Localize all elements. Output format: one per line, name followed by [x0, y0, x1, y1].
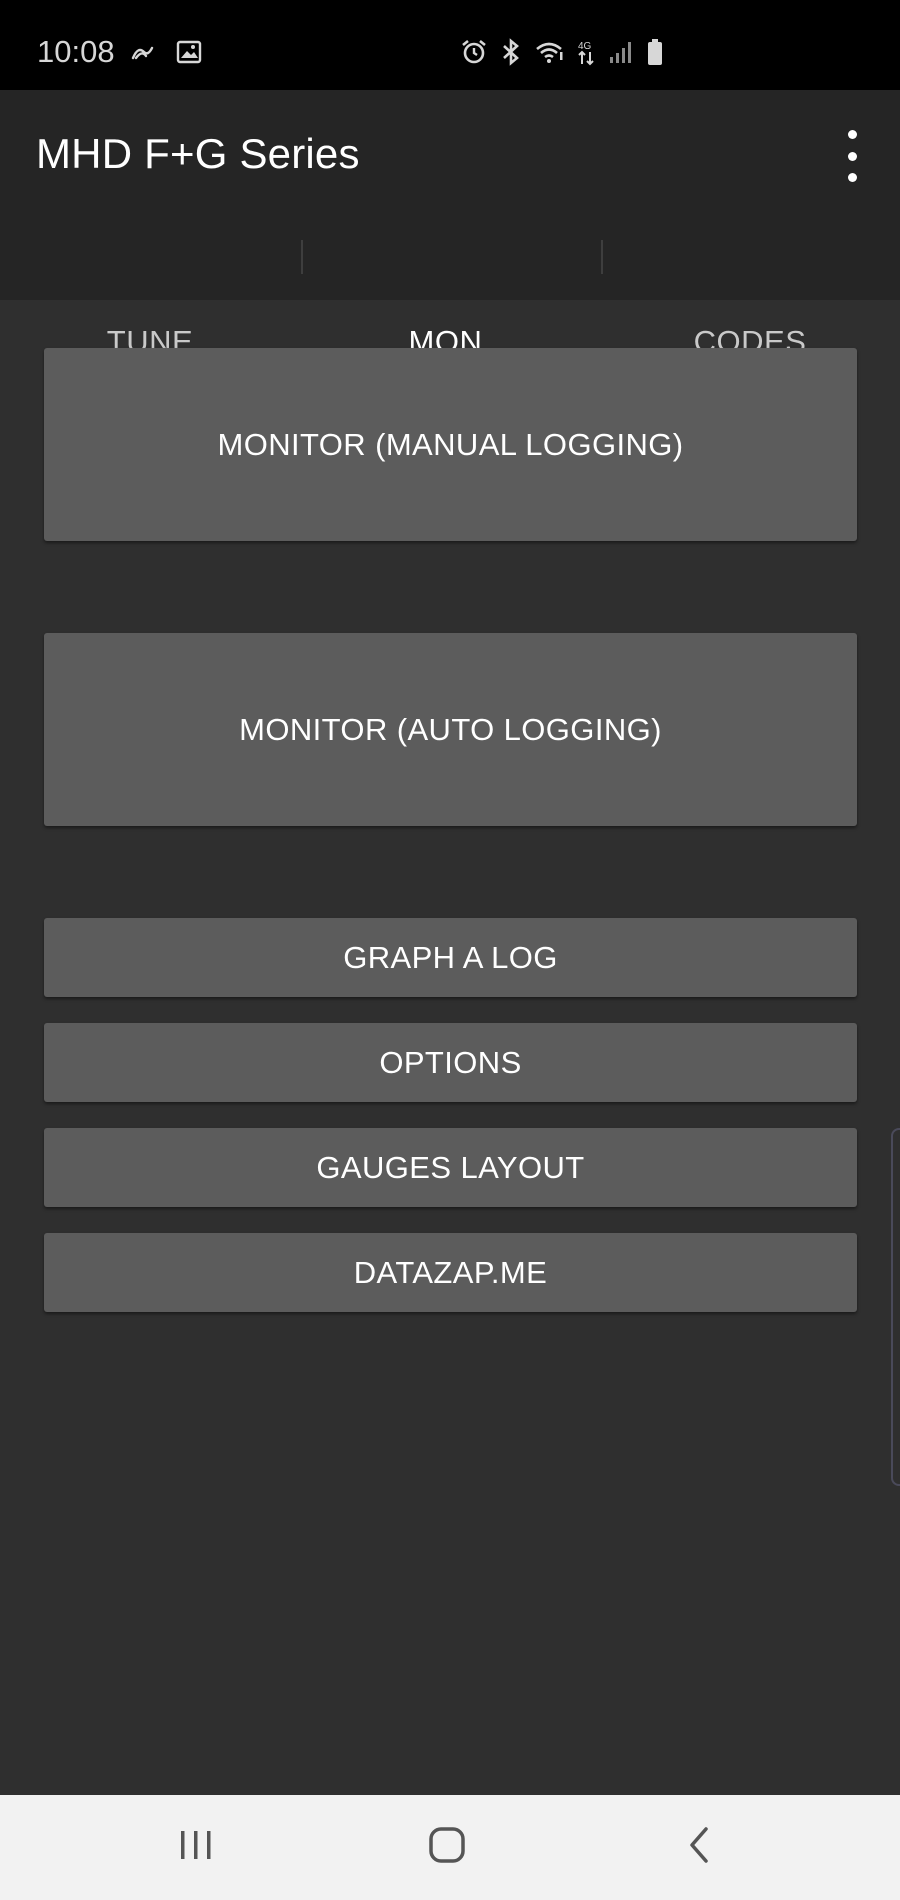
- datazap-button[interactable]: DATAZAP.ME: [44, 1233, 857, 1312]
- svg-text:4G: 4G: [578, 41, 592, 52]
- options-button[interactable]: OPTIONS: [44, 1023, 857, 1102]
- 4g-data-icon: 4G: [576, 38, 596, 66]
- tab-divider: [601, 240, 603, 274]
- home-icon[interactable]: [427, 1825, 467, 1870]
- monitor-manual-logging-button[interactable]: MONITOR (MANUAL LOGGING): [44, 348, 857, 541]
- navigation-bar: [0, 1795, 900, 1900]
- gauges-layout-button[interactable]: GAUGES LAYOUT: [44, 1128, 857, 1207]
- wifi-icon: [534, 39, 564, 65]
- more-vert-icon[interactable]: [838, 130, 866, 182]
- tab-divider: [301, 240, 303, 274]
- edge-lighting-icon: [130, 42, 158, 62]
- signal-icon: [608, 39, 634, 65]
- alarm-icon: [460, 38, 488, 66]
- back-icon[interactable]: [684, 1825, 714, 1870]
- status-bar: 10:08 4G: [0, 0, 900, 90]
- status-right-icons: 4G: [460, 38, 664, 66]
- recent-apps-icon[interactable]: [178, 1825, 214, 1870]
- status-time: 10:08: [37, 34, 115, 69]
- app-bar: MHD F+G Series TUNE MON. CODES: [0, 90, 900, 390]
- status-left-icons: [130, 40, 202, 64]
- graph-a-log-button[interactable]: GRAPH A LOG: [44, 918, 857, 997]
- battery-icon: [646, 38, 664, 66]
- app-title: MHD F+G Series: [36, 130, 360, 177]
- edge-panel-handle[interactable]: [891, 1128, 900, 1486]
- monitor-auto-logging-button[interactable]: MONITOR (AUTO LOGGING): [44, 633, 857, 826]
- image-icon: [176, 40, 202, 64]
- bluetooth-icon: [500, 38, 522, 66]
